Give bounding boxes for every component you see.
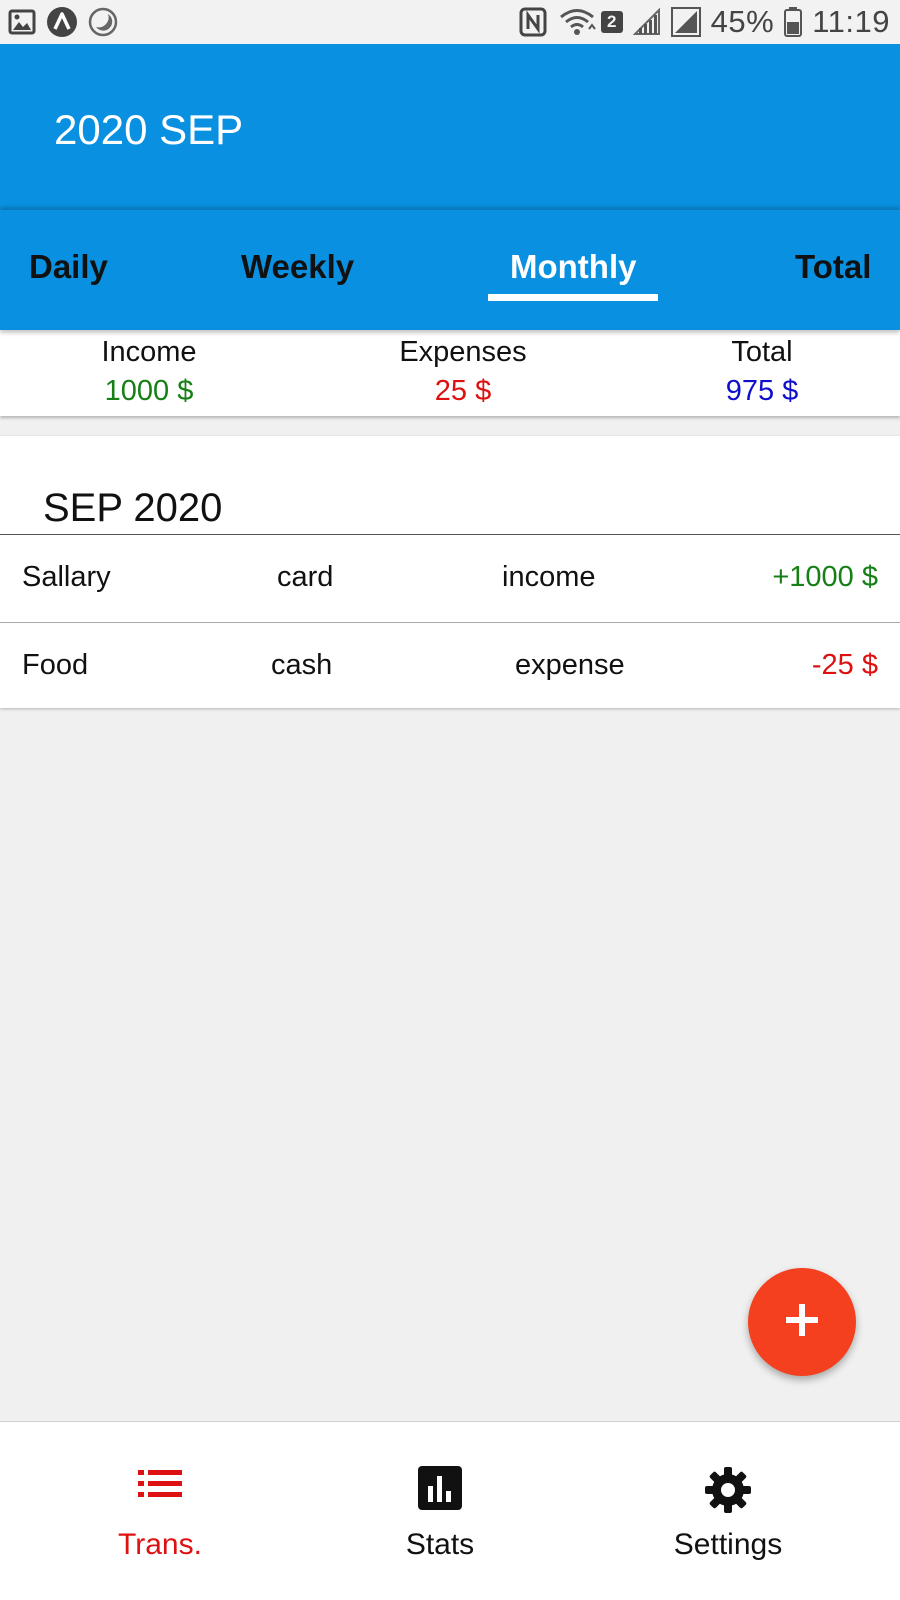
add-transaction-button[interactable] <box>748 1268 856 1376</box>
image-icon <box>8 9 36 35</box>
page-title: 2020 SEP <box>54 106 244 153</box>
expenses-label: Expenses <box>399 336 527 368</box>
a-circle-icon <box>46 6 78 38</box>
month-title: SEP 2020 <box>43 486 223 530</box>
expenses-summary: Expenses 25 $ <box>343 336 583 408</box>
gear-icon <box>704 1466 752 1519</box>
bottom-nav: Trans. Stats Settings <box>0 1421 900 1600</box>
nav-label-stats: Stats <box>405 1528 475 1561</box>
status-bar: 2 45% 11:19 <box>0 0 900 44</box>
nav-item-stats[interactable]: Stats <box>290 1422 590 1600</box>
clock: 11:19 <box>812 4 890 39</box>
tab-monthly[interactable]: Monthly <box>510 248 636 286</box>
transaction-amount: -25 $ <box>811 649 878 681</box>
income-value: 1000 $ <box>104 375 194 407</box>
active-tab-indicator <box>488 294 658 301</box>
transaction-row[interactable]: Food cash expense -25 $ <box>0 623 900 709</box>
expenses-value: 25 $ <box>434 375 492 407</box>
transaction-type: income <box>502 561 596 593</box>
nav-item-trans[interactable]: Trans. <box>10 1422 310 1600</box>
signal-full-icon <box>670 7 701 37</box>
nav-label-trans: Trans. <box>118 1528 202 1561</box>
month-card: SEP 2020 Sallary card income +1000 $ Foo… <box>0 436 900 708</box>
app-bar: 2020 SEP <box>0 44 900 210</box>
plus-icon <box>784 1302 820 1343</box>
income-label: Income <box>101 336 197 368</box>
moon-icon <box>88 7 118 37</box>
transaction-amount: +1000 $ <box>772 561 878 593</box>
bar-chart-icon <box>418 1466 462 1515</box>
sim-badge: 2 <box>600 11 623 33</box>
battery-icon <box>784 7 803 37</box>
total-label: Total <box>731 336 793 368</box>
income-summary: Income 1000 $ <box>29 336 269 408</box>
nav-item-settings[interactable]: Settings <box>578 1422 878 1600</box>
nav-label-settings: Settings <box>673 1528 783 1561</box>
transaction-row[interactable]: Sallary card income +1000 $ <box>0 535 900 621</box>
signal-icon <box>632 8 661 36</box>
wifi-icon <box>557 7 597 37</box>
transaction-category: Food <box>22 649 89 681</box>
tab-total[interactable]: Total <box>795 248 871 286</box>
tab-weekly[interactable]: Weekly <box>241 248 354 286</box>
battery-percent: 45% <box>710 4 775 39</box>
status-left-icons <box>8 6 118 38</box>
transaction-category: Sallary <box>22 561 111 593</box>
tab-daily[interactable]: Daily <box>29 248 108 286</box>
transaction-account: cash <box>271 649 333 681</box>
total-summary: Total 975 $ <box>642 336 882 408</box>
period-tabs: Daily Weekly Monthly Total <box>0 210 900 330</box>
transaction-type: expense <box>515 649 625 681</box>
status-right-icons: 2 45% 11:19 <box>519 4 890 40</box>
total-value: 975 $ <box>725 375 799 407</box>
list-icon <box>138 1466 182 1507</box>
transaction-account: card <box>277 561 334 593</box>
summary-bar: Income 1000 $ Expenses 25 $ Total 975 $ <box>0 330 900 416</box>
nfc-icon <box>519 7 547 37</box>
